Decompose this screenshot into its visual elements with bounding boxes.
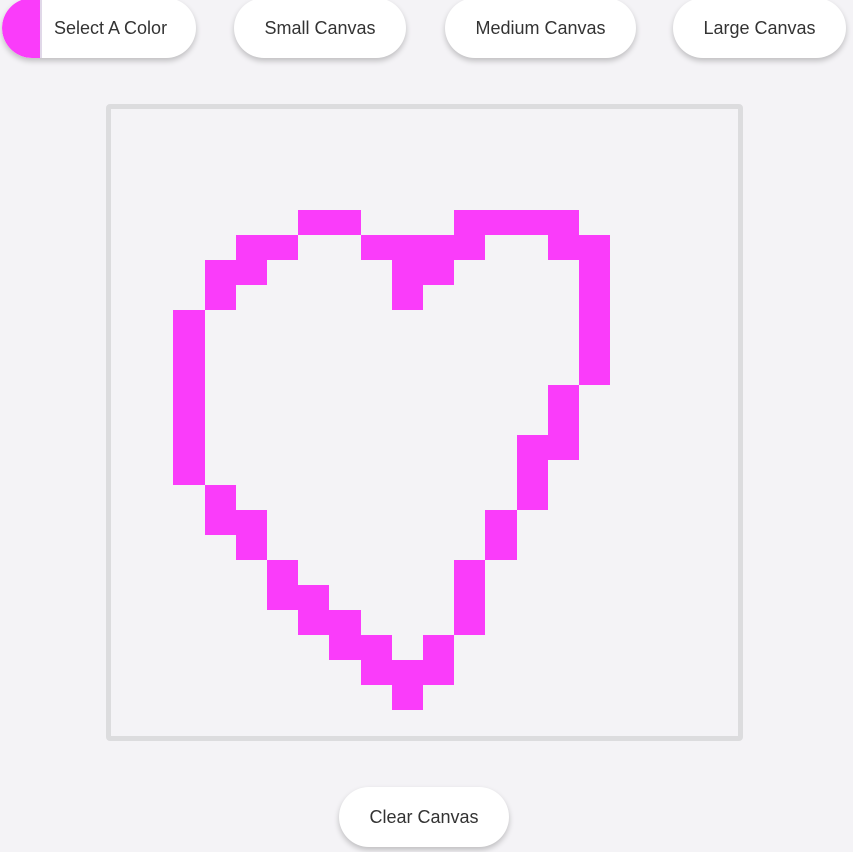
small-canvas-button[interactable]: Small Canvas [234, 0, 406, 58]
medium-canvas-button[interactable]: Medium Canvas [445, 0, 636, 58]
clear-canvas-button[interactable]: Clear Canvas [339, 787, 509, 847]
drawing-canvas[interactable] [106, 104, 743, 741]
select-color-label: Select A Color [54, 17, 168, 38]
color-picker[interactable]: Select A Color [2, 0, 196, 58]
large-canvas-button[interactable]: Large Canvas [673, 0, 846, 58]
color-swatch[interactable] [2, 0, 42, 58]
